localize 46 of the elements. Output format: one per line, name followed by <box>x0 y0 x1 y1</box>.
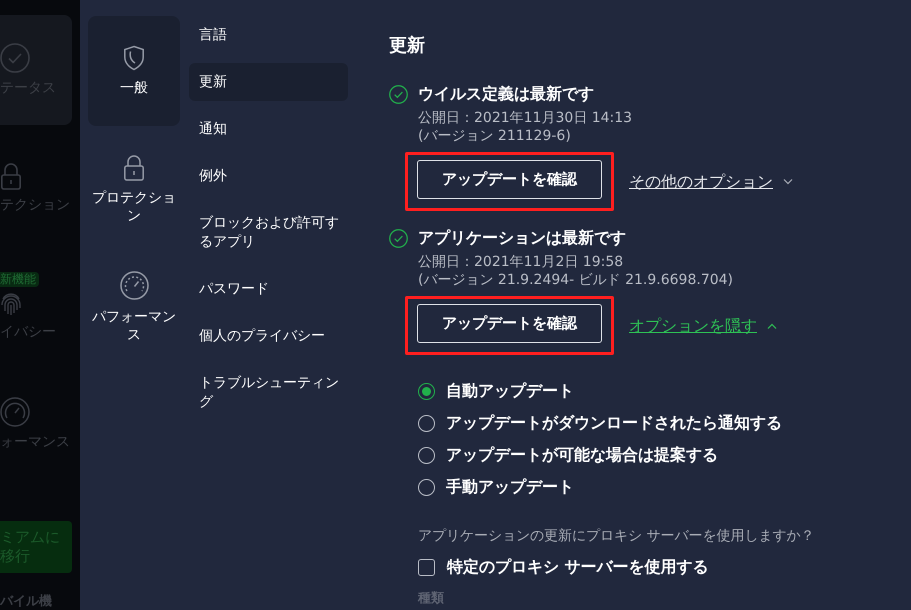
subnav-item[interactable]: パスワード <box>189 270 348 308</box>
radio-label: アップデートが可能な場合は提案する <box>446 445 718 465</box>
subnav-item[interactable]: ブロックおよび許可するアプリ <box>189 204 348 261</box>
subnav-item[interactable]: 更新 <box>189 63 348 101</box>
check-updates-button[interactable]: アップデートを確認 <box>417 304 602 343</box>
checkbox-label: 特定のプロキシ サーバーを使用する <box>447 557 709 577</box>
chevron-up-icon <box>767 322 777 328</box>
radio-button[interactable] <box>418 478 435 496</box>
version-info: 公開日：2021年11月2日 19:58 <box>418 253 624 271</box>
subnav-item[interactable]: 通知 <box>189 110 348 148</box>
page-title: 更新 <box>389 35 426 57</box>
radio-button[interactable] <box>418 414 435 432</box>
subnav-item[interactable]: 言語 <box>189 16 348 54</box>
subnav-item[interactable]: トラブルシューティング <box>189 364 348 421</box>
new-feature-badge: 新機能 <box>0 272 39 286</box>
gauge-icon <box>120 270 148 300</box>
radio-button[interactable] <box>418 446 435 464</box>
radio-label: アップデートがダウンロードされたら通知する <box>446 413 782 433</box>
fingerprint-icon <box>0 290 22 316</box>
field-label: 種類 <box>418 592 445 606</box>
category-tab[interactable]: プロテクション <box>88 134 180 244</box>
shield-icon <box>123 45 145 71</box>
status-title: アプリケーションは最新です <box>418 228 626 248</box>
category-tab[interactable]: 一般 <box>88 16 180 126</box>
radio-button[interactable] <box>418 382 435 400</box>
check-circle-icon <box>0 43 30 73</box>
status-title: ウイルス定義は最新です <box>418 84 594 104</box>
options-link[interactable]: その他のオプション <box>629 172 793 192</box>
options-link[interactable]: オプションを隠す <box>629 316 777 336</box>
lock-icon <box>123 154 145 180</box>
lock-icon <box>0 162 22 190</box>
subnav-item[interactable]: 例外 <box>189 157 348 195</box>
version-info: (バージョン 21.9.2494- ビルド 21.9.6698.704) <box>418 271 733 289</box>
version-info: 公開日：2021年11月30日 14:13 <box>418 109 632 127</box>
version-info: (バージョン 211129-6) <box>418 127 571 145</box>
checkbox[interactable] <box>418 558 435 576</box>
chevron-down-icon <box>783 178 793 184</box>
gauge-icon <box>0 397 30 427</box>
check-updates-button[interactable]: アップデートを確認 <box>417 160 602 199</box>
proxy-question: アプリケーションの更新にプロキシ サーバーを使用しますか？ <box>418 527 816 545</box>
radio-label: 手動アップデート <box>446 477 574 497</box>
check-circle-icon <box>389 84 408 104</box>
radio-label: 自動アップデート <box>446 381 574 401</box>
category-tab[interactable]: パフォーマンス <box>88 252 180 362</box>
subnav-item[interactable]: 個人のプライバシー <box>189 317 348 355</box>
check-circle-icon <box>389 228 408 248</box>
